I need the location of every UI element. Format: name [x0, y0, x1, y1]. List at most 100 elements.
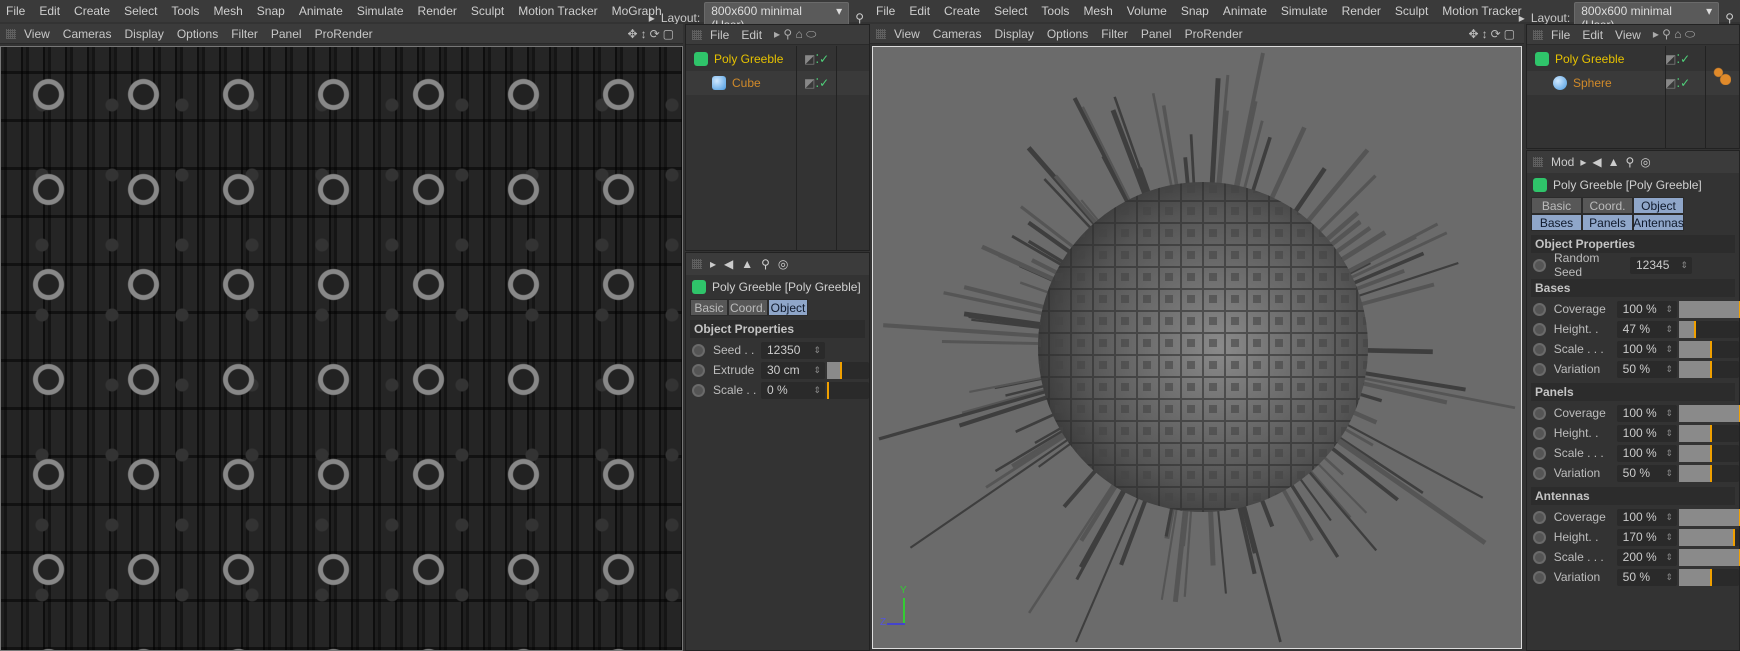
- om-tool-icons[interactable]: ▸ ⚲ ⌂ ⬭: [1653, 27, 1695, 42]
- animate-radio[interactable]: [692, 363, 705, 377]
- menu-file[interactable]: File: [6, 4, 25, 18]
- menu-animate[interactable]: Animate: [299, 4, 343, 18]
- viewport-menu-view[interactable]: View: [894, 27, 920, 41]
- stepper-icon[interactable]: ⇕: [1665, 552, 1673, 563]
- stepper-icon[interactable]: ⇕: [1665, 408, 1673, 419]
- param-slider[interactable]: [1678, 320, 1739, 338]
- grip-icon[interactable]: [6, 28, 16, 39]
- animate-radio[interactable]: [1533, 342, 1546, 356]
- viewport-menu-panel[interactable]: Panel: [1141, 27, 1172, 41]
- menu-select[interactable]: Select: [994, 4, 1027, 18]
- param-field[interactable]: 200 % ⇕: [1616, 548, 1677, 566]
- param-field[interactable]: 50 % ⇕: [1616, 360, 1677, 378]
- viewport-sphere-greeble[interactable]: Y Z: [872, 46, 1522, 649]
- om-menu-file[interactable]: File: [710, 28, 729, 42]
- tab-object[interactable]: Object: [1633, 197, 1684, 214]
- tab-basic[interactable]: Basic: [1531, 197, 1582, 214]
- om-menu-edit[interactable]: Edit: [741, 28, 762, 42]
- menu-edit[interactable]: Edit: [39, 4, 60, 18]
- tag-icon[interactable]: [1713, 67, 1731, 85]
- animate-radio[interactable]: [1533, 550, 1546, 564]
- viewport-menu-options[interactable]: Options: [177, 27, 218, 41]
- search-icon[interactable]: ⚲: [1725, 11, 1734, 25]
- stepper-icon[interactable]: ⇕: [813, 365, 821, 376]
- stepper-icon[interactable]: ⇕: [1665, 572, 1673, 583]
- menu-simulate[interactable]: Simulate: [357, 4, 404, 18]
- slider-marker[interactable]: [839, 361, 842, 379]
- param-field[interactable]: 100 % ⇕: [1616, 424, 1677, 442]
- animate-radio[interactable]: [1533, 446, 1546, 460]
- grip-icon[interactable]: [692, 259, 702, 269]
- param-field[interactable]: 100 % ⇕: [1616, 340, 1677, 358]
- slider-marker[interactable]: [1709, 424, 1712, 442]
- param-slider[interactable]: [827, 361, 869, 379]
- stepper-icon[interactable]: ⇕: [1665, 428, 1673, 439]
- menu-file[interactable]: File: [876, 4, 895, 18]
- param-field[interactable]: 170 % ⇕: [1616, 528, 1677, 546]
- param-slider[interactable]: [1678, 340, 1739, 358]
- param-slider[interactable]: [1678, 528, 1739, 546]
- menu-motion-tracker[interactable]: Motion Tracker: [1442, 4, 1521, 18]
- stepper-icon[interactable]: ⇕: [1665, 304, 1673, 315]
- slider-marker[interactable]: [1693, 320, 1696, 338]
- param-field[interactable]: 100 % ⇕: [1616, 508, 1677, 526]
- param-field[interactable]: 12350 ⇕: [761, 341, 825, 359]
- animate-radio[interactable]: [1533, 570, 1546, 584]
- grip-icon[interactable]: [692, 29, 702, 40]
- animate-radio[interactable]: [1533, 466, 1546, 480]
- param-slider[interactable]: [1678, 404, 1740, 422]
- animate-radio[interactable]: [1533, 426, 1546, 440]
- menu-create[interactable]: Create: [944, 4, 980, 18]
- param-slider[interactable]: [1678, 464, 1739, 482]
- param-slider[interactable]: [1678, 508, 1740, 526]
- menu-select[interactable]: Select: [124, 4, 157, 18]
- slider-marker[interactable]: [1709, 464, 1712, 482]
- menu-snap[interactable]: Snap: [257, 4, 285, 18]
- slider-marker[interactable]: [1709, 568, 1712, 586]
- menu-volume[interactable]: Volume: [1127, 4, 1167, 18]
- om-tool-icons[interactable]: ▸ ⚲ ⌂ ⬭: [774, 27, 816, 42]
- slider-marker[interactable]: [1709, 444, 1712, 462]
- menu-simulate[interactable]: Simulate: [1281, 4, 1328, 18]
- object-row[interactable]: Poly Greeble ◩ ⁚✓: [1535, 47, 1739, 71]
- stepper-icon[interactable]: ⇕: [1665, 468, 1673, 479]
- stepper-icon[interactable]: ⇕: [1665, 364, 1673, 375]
- object-name[interactable]: Sphere: [1573, 76, 1661, 90]
- stepper-icon[interactable]: ⇕: [813, 385, 821, 396]
- param-slider[interactable]: [827, 381, 869, 399]
- param-field[interactable]: 100 % ⇕: [1616, 300, 1677, 318]
- menu-tools[interactable]: Tools: [171, 4, 199, 18]
- slider-marker[interactable]: [1709, 340, 1712, 358]
- menu-edit[interactable]: Edit: [909, 4, 930, 18]
- check-icon[interactable]: ⁚✓: [815, 76, 829, 90]
- search-icon[interactable]: ⚲: [855, 11, 864, 25]
- param-slider[interactable]: [1678, 300, 1740, 318]
- param-slider[interactable]: [1678, 444, 1739, 462]
- menu-snap[interactable]: Snap: [1181, 4, 1209, 18]
- viewport-menu-cameras[interactable]: Cameras: [933, 27, 982, 41]
- menu-motion-tracker[interactable]: Motion Tracker: [518, 4, 597, 18]
- param-slider[interactable]: [1678, 568, 1739, 586]
- animate-radio[interactable]: [1533, 302, 1546, 316]
- param-field[interactable]: 50 % ⇕: [1616, 464, 1677, 482]
- param-slider[interactable]: [1678, 548, 1740, 566]
- animate-radio[interactable]: [1533, 362, 1546, 376]
- viewport-menu-prorender[interactable]: ProRender: [315, 27, 373, 41]
- visibility-icon[interactable]: ◩: [1665, 52, 1676, 66]
- param-slider[interactable]: [1678, 360, 1739, 378]
- slider-marker[interactable]: [827, 381, 829, 399]
- stepper-icon[interactable]: ⇕: [1680, 260, 1688, 271]
- viewport-menu-display[interactable]: Display: [994, 27, 1033, 41]
- visibility-icon[interactable]: ◩: [804, 76, 815, 90]
- stepper-icon[interactable]: ⇕: [1665, 532, 1673, 543]
- nav-icons[interactable]: ▸◀▲⚲◎: [710, 257, 796, 271]
- om-menu-view[interactable]: View: [1615, 28, 1641, 42]
- check-icon[interactable]: ⁚✓: [1676, 76, 1690, 90]
- check-icon[interactable]: ⁚✓: [815, 52, 829, 66]
- param-field[interactable]: 100 % ⇕: [1616, 444, 1677, 462]
- menu-render[interactable]: Render: [1342, 4, 1381, 18]
- grip-icon[interactable]: [1533, 29, 1543, 40]
- animate-radio[interactable]: [1533, 258, 1546, 272]
- nav-icons[interactable]: ▸◀▲⚲◎: [1580, 155, 1656, 169]
- viewport-menu-filter[interactable]: Filter: [1101, 27, 1128, 41]
